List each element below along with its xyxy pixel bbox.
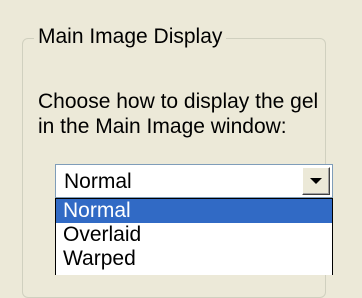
- display-mode-dropdown-list: Normal Overlaid Warped: [55, 198, 333, 275]
- chevron-down-icon: [310, 178, 322, 184]
- description-text: Choose how to display the gel in the Mai…: [38, 89, 326, 139]
- dropdown-button[interactable]: [302, 167, 330, 195]
- dropdown-item-normal[interactable]: Normal: [56, 199, 332, 223]
- display-mode-combobox[interactable]: Normal: [55, 164, 333, 198]
- dropdown-item-overlaid[interactable]: Overlaid: [56, 223, 332, 247]
- combobox-selected-value: Normal: [64, 170, 132, 193]
- description-line-2: in the Main Image window:: [38, 115, 287, 138]
- description-line-1: Choose how to display the gel: [38, 90, 319, 113]
- group-title: Main Image Display: [34, 24, 227, 50]
- dropdown-item-warped[interactable]: Warped: [56, 247, 332, 271]
